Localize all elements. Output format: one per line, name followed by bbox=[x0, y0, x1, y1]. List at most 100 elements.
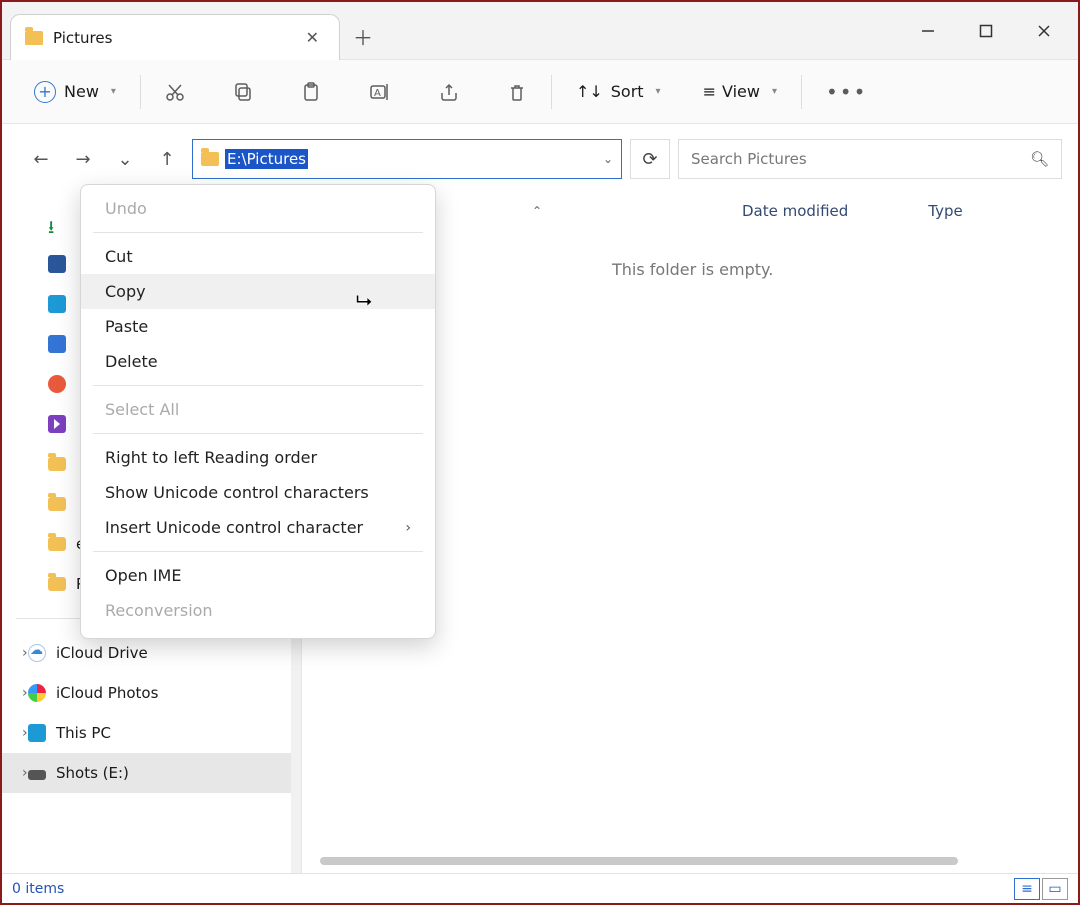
toolbar: + New ▾ A ↑↓ Sort ▾ ≡ View ▾ ••• bbox=[2, 60, 1078, 124]
minimize-button[interactable] bbox=[900, 12, 956, 50]
photos-icon bbox=[28, 684, 46, 702]
new-button[interactable]: + New ▾ bbox=[24, 75, 126, 109]
window-controls bbox=[900, 12, 1072, 50]
share-button[interactable] bbox=[429, 76, 469, 108]
separator bbox=[801, 75, 802, 109]
ctx-reconversion: Reconversion bbox=[81, 593, 435, 628]
apps-icon bbox=[48, 335, 66, 353]
pc-icon bbox=[28, 724, 46, 742]
navigation-row: ← → ⌄ ↑ E:\Pictures ⌄ ⟳ Search Pictures … bbox=[2, 134, 1078, 184]
empty-message: This folder is empty. bbox=[612, 260, 773, 279]
search-icon: 🔍︎ bbox=[1030, 150, 1049, 168]
view-toggles: ≡ ▭ bbox=[1014, 878, 1068, 900]
status-bar: 0 items ≡ ▭ bbox=[2, 873, 1078, 903]
ctx-insert-unicode[interactable]: Insert Unicode control character › bbox=[81, 510, 435, 545]
sidebar-item-label: Shots (E:) bbox=[56, 764, 129, 782]
folder-icon bbox=[48, 457, 66, 471]
rename-button[interactable]: A bbox=[359, 76, 401, 108]
details-view-button[interactable]: ≡ bbox=[1014, 878, 1040, 900]
ctx-separator bbox=[93, 433, 423, 434]
ctx-paste[interactable]: Paste bbox=[81, 309, 435, 344]
column-date-modified[interactable]: Date modified bbox=[742, 202, 848, 220]
more-button[interactable]: ••• bbox=[816, 74, 877, 110]
new-tab-button[interactable]: ＋ bbox=[340, 13, 386, 59]
drive-icon bbox=[28, 770, 46, 780]
paste-button[interactable] bbox=[291, 76, 331, 108]
expand-icon[interactable]: › bbox=[22, 645, 28, 661]
ctx-delete[interactable]: Delete bbox=[81, 344, 435, 379]
address-bar[interactable]: E:\Pictures ⌄ bbox=[192, 139, 622, 179]
tab-title: Pictures bbox=[53, 29, 112, 47]
ctx-copy[interactable]: Copy bbox=[81, 274, 435, 309]
download-icon: ⭳ bbox=[48, 215, 66, 233]
tab-close-button[interactable]: ✕ bbox=[300, 24, 325, 51]
separator bbox=[140, 75, 141, 109]
address-history-button[interactable]: ⌄ bbox=[603, 152, 613, 166]
music-icon bbox=[48, 375, 66, 393]
forward-button[interactable]: → bbox=[66, 142, 100, 176]
document-icon bbox=[48, 255, 66, 273]
ctx-rtl[interactable]: Right to left Reading order bbox=[81, 440, 435, 475]
folder-icon bbox=[25, 31, 43, 45]
sort-icon: ↑↓ bbox=[576, 82, 603, 101]
separator bbox=[551, 75, 552, 109]
sidebar-item-label: iCloud Photos bbox=[56, 684, 158, 702]
close-window-button[interactable] bbox=[1016, 12, 1072, 50]
up-button[interactable]: ↑ bbox=[150, 142, 184, 176]
title-bar: Pictures ✕ ＋ bbox=[2, 2, 1078, 60]
ctx-open-ime[interactable]: Open IME bbox=[81, 558, 435, 593]
ctx-separator bbox=[93, 232, 423, 233]
sidebar-item-label: This PC bbox=[56, 724, 111, 742]
address-path: E:\Pictures bbox=[225, 149, 308, 169]
sidebar-item-label: iCloud Drive bbox=[56, 644, 148, 662]
list-icon: ≡ bbox=[703, 82, 714, 101]
sidebar-item-icloud-photos[interactable]: › iCloud Photos bbox=[2, 673, 301, 713]
sidebar-item-icloud-drive[interactable]: › iCloud Drive bbox=[2, 633, 301, 673]
folder-icon bbox=[48, 577, 66, 591]
collapse-group-icon[interactable]: ⌃ bbox=[532, 204, 542, 218]
ctx-show-unicode[interactable]: Show Unicode control characters bbox=[81, 475, 435, 510]
view-button[interactable]: ≡ View ▾ bbox=[693, 76, 787, 107]
ctx-separator bbox=[93, 551, 423, 552]
view-label: View bbox=[722, 82, 760, 101]
chevron-down-icon: ▾ bbox=[656, 86, 661, 97]
recent-locations-button[interactable]: ⌄ bbox=[108, 142, 142, 176]
search-input[interactable]: Search Pictures 🔍︎ bbox=[678, 139, 1062, 179]
new-label: New bbox=[64, 82, 99, 101]
ctx-separator bbox=[93, 385, 423, 386]
plus-circle-icon: + bbox=[34, 81, 56, 103]
cut-button[interactable] bbox=[155, 76, 195, 108]
submenu-arrow-icon: › bbox=[405, 520, 411, 536]
expand-icon[interactable]: › bbox=[22, 685, 28, 701]
thumbnails-view-button[interactable]: ▭ bbox=[1042, 878, 1068, 900]
folder-icon bbox=[48, 497, 66, 511]
sort-label: Sort bbox=[611, 82, 644, 101]
video-icon bbox=[48, 415, 66, 433]
content-scrollbar[interactable] bbox=[320, 857, 958, 865]
folder-icon bbox=[48, 537, 66, 551]
svg-text:A: A bbox=[374, 88, 381, 99]
sort-button[interactable]: ↑↓ Sort ▾ bbox=[566, 76, 671, 107]
chevron-down-icon: ▾ bbox=[772, 86, 777, 97]
context-menu: Undo Cut Copy Paste Delete Select All Ri… bbox=[80, 184, 436, 639]
picture-icon bbox=[48, 295, 66, 313]
refresh-button[interactable]: ⟳ bbox=[630, 139, 670, 179]
ctx-cut[interactable]: Cut bbox=[81, 239, 435, 274]
back-button[interactable]: ← bbox=[24, 142, 58, 176]
cursor-icon: ⮡ bbox=[356, 288, 372, 312]
tab-pictures[interactable]: Pictures ✕ bbox=[10, 14, 340, 60]
column-type[interactable]: Type bbox=[928, 202, 962, 220]
cloud-icon bbox=[28, 644, 46, 662]
sidebar-item-this-pc[interactable]: › This PC bbox=[2, 713, 301, 753]
expand-icon[interactable]: › bbox=[22, 725, 28, 741]
ctx-select-all: Select All bbox=[81, 392, 435, 427]
copy-button[interactable] bbox=[223, 76, 263, 108]
search-placeholder: Search Pictures bbox=[691, 150, 807, 168]
delete-button[interactable] bbox=[497, 76, 537, 108]
ctx-undo: Undo bbox=[81, 191, 435, 226]
sidebar-item-shots-e[interactable]: › Shots (E:) bbox=[2, 753, 301, 793]
expand-icon[interactable]: › bbox=[22, 765, 28, 781]
maximize-button[interactable] bbox=[958, 12, 1014, 50]
ctx-label: Insert Unicode control character bbox=[105, 518, 363, 537]
status-item-count: 0 items bbox=[12, 881, 64, 897]
